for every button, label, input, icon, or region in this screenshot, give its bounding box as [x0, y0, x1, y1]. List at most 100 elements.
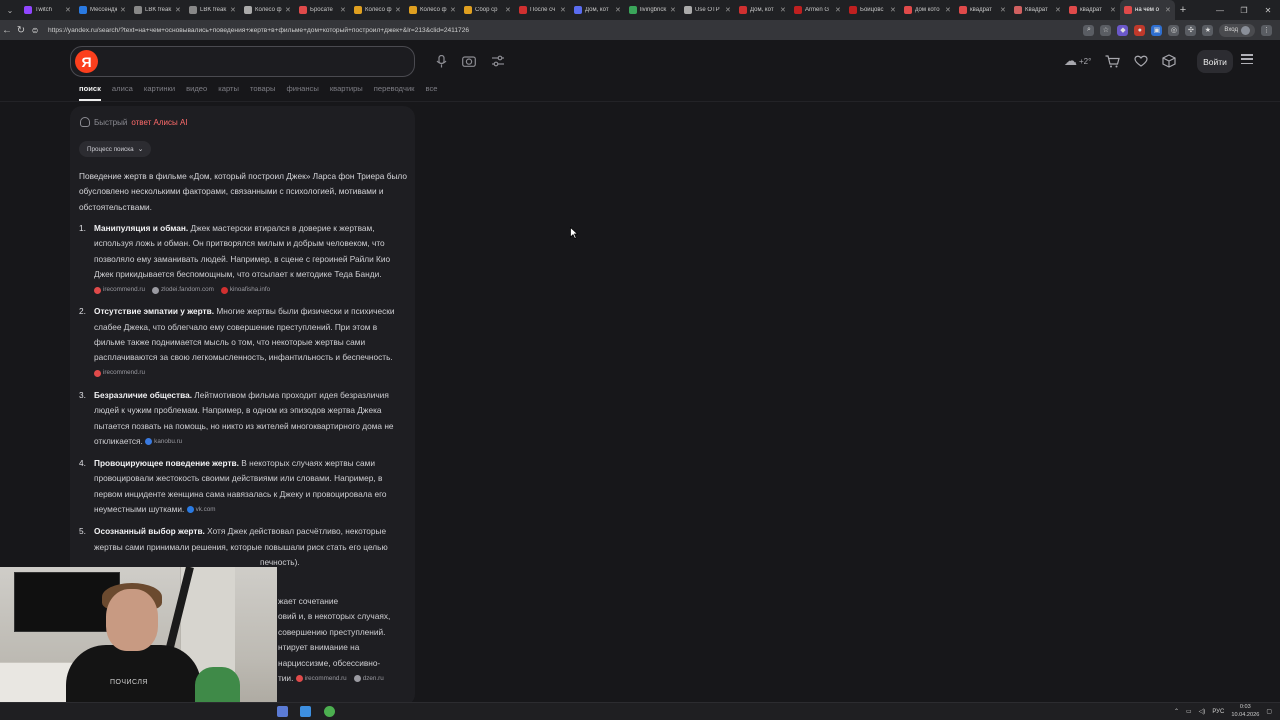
tab-close-icon[interactable]: ✕: [945, 6, 951, 14]
favorites-heart-icon[interactable]: [1134, 53, 1148, 69]
source-link[interactable]: kinoafisha.info: [220, 285, 270, 295]
service-link[interactable]: видео: [186, 84, 207, 101]
tab-close-icon[interactable]: ✕: [780, 6, 786, 14]
browser-tab[interactable]: квадрат ✕: [1065, 0, 1120, 20]
source-link[interactable]: irecommend.ru: [295, 674, 347, 684]
browser-tab[interactable]: Колесо ф ✕: [350, 0, 405, 20]
tab-close-icon[interactable]: ✕: [120, 6, 126, 14]
profile-chip[interactable]: Вход: [1219, 23, 1255, 37]
extension-icon[interactable]: ●: [1134, 24, 1146, 36]
browser-tab[interactable]: Квадрат ✕: [1010, 0, 1065, 20]
browser-tab[interactable]: Armen G ✕: [790, 0, 845, 20]
site-info-icon[interactable]: ⊜: [28, 26, 42, 35]
tab-close-icon[interactable]: ✕: [560, 6, 566, 14]
tab-close-icon[interactable]: ✕: [1165, 6, 1171, 14]
taskbar-app-icon[interactable]: [300, 706, 311, 717]
source-link[interactable]: dzen.ru: [353, 674, 384, 684]
extensions-puzzle-icon[interactable]: ✣: [1185, 24, 1197, 36]
browser-tab[interactable]: Twitch ✕: [20, 0, 75, 20]
source-link[interactable]: irecommend.ru: [94, 368, 145, 378]
source-link[interactable]: vk.com: [186, 505, 216, 515]
maximize-icon[interactable]: ❐: [1232, 6, 1256, 15]
browser-tab[interactable]: Сбор ср ✕: [460, 0, 515, 20]
cart-icon[interactable]: [1105, 53, 1120, 69]
filters-icon[interactable]: [490, 53, 506, 69]
zoom-icon[interactable]: ⌕: [1083, 24, 1095, 36]
browser-tab[interactable]: Дом, кот ✕: [735, 0, 790, 20]
tab-close-icon[interactable]: ✕: [395, 6, 401, 14]
browser-menu-icon[interactable]: ⋮: [1261, 24, 1272, 36]
tab-close-icon[interactable]: ✕: [1000, 6, 1006, 14]
notifications-icon[interactable]: ▢: [1266, 708, 1272, 715]
service-link[interactable]: поиск: [79, 84, 101, 101]
tab-close-icon[interactable]: ✕: [450, 6, 456, 14]
service-link[interactable]: карты: [218, 84, 239, 101]
close-window-icon[interactable]: ✕: [1256, 6, 1280, 15]
browser-tab[interactable]: Колесо ф ✕: [240, 0, 295, 20]
menu-icon[interactable]: [1241, 54, 1253, 64]
tab-list-menu-icon[interactable]: ⌄: [0, 0, 20, 20]
tab-close-icon[interactable]: ✕: [670, 6, 676, 14]
tab-close-icon[interactable]: ✕: [1110, 6, 1116, 14]
network-icon[interactable]: ▭: [1186, 708, 1192, 715]
taskbar-app-icon[interactable]: [277, 706, 288, 717]
minimize-icon[interactable]: —: [1208, 6, 1232, 15]
browser-tab[interactable]: квадрат ✕: [955, 0, 1010, 20]
service-link[interactable]: все: [426, 84, 438, 101]
bookmark-star-icon[interactable]: ☆: [1100, 24, 1112, 36]
tray-chevron-icon[interactable]: ⌃: [1174, 708, 1179, 715]
login-button[interactable]: Войти: [1197, 50, 1233, 73]
service-link[interactable]: финансы: [286, 84, 318, 101]
browser-tab[interactable]: дом кото ✕: [900, 0, 955, 20]
service-link[interactable]: алиса: [112, 84, 133, 101]
extension-icon[interactable]: ◆: [1117, 24, 1129, 36]
service-link[interactable]: товары: [250, 84, 275, 101]
source-link[interactable]: irecommend.ru: [94, 285, 145, 295]
source-link[interactable]: zlodei.fandom.com: [152, 285, 214, 295]
search-process-button[interactable]: Процесс поиска ⌄: [79, 141, 152, 157]
reload-icon[interactable]: ↻: [14, 25, 28, 36]
tab-close-icon[interactable]: ✕: [65, 6, 71, 14]
tab-close-icon[interactable]: ✕: [890, 6, 896, 14]
browser-tab[interactable]: livingbrick ✕: [625, 0, 680, 20]
browser-tab[interactable]: Дом, кот ✕: [570, 0, 625, 20]
extension-icon[interactable]: ▣: [1151, 24, 1163, 36]
tab-close-icon[interactable]: ✕: [285, 6, 291, 14]
volume-icon[interactable]: ◁): [1199, 708, 1206, 715]
camera-search-icon[interactable]: [461, 53, 477, 69]
tab-close-icon[interactable]: ✕: [340, 6, 346, 14]
microphone-icon[interactable]: [433, 53, 449, 69]
tab-close-icon[interactable]: ✕: [175, 6, 181, 14]
taskbar-browser-icon[interactable]: [324, 706, 335, 717]
back-icon[interactable]: ←: [0, 25, 14, 36]
tab-close-icon[interactable]: ✕: [835, 6, 841, 14]
url-field[interactable]: https://yandex.ru/search/?text=на+чем+ос…: [48, 27, 1083, 34]
browser-tab[interactable]: После сч ✕: [515, 0, 570, 20]
extension-icon[interactable]: ◎: [1168, 24, 1180, 36]
browser-tab[interactable]: Use OTP ✕: [680, 0, 735, 20]
service-link[interactable]: переводчик: [374, 84, 415, 101]
tab-close-icon[interactable]: ✕: [505, 6, 511, 14]
weather-widget[interactable]: ☁ +2°: [1064, 53, 1091, 69]
source-link[interactable]: kanobu.ru: [145, 437, 182, 447]
tab-close-icon[interactable]: ✕: [615, 6, 621, 14]
tab-close-icon[interactable]: ✕: [230, 6, 236, 14]
browser-tab[interactable]: LBK freak ✕: [185, 0, 240, 20]
tab-close-icon[interactable]: ✕: [1055, 6, 1061, 14]
browser-tab[interactable]: Бойцовс ✕: [845, 0, 900, 20]
browser-tab[interactable]: LBK freak ✕: [130, 0, 185, 20]
browser-tab[interactable]: Мессенджер✕: [75, 0, 130, 20]
service-link[interactable]: квартиры: [330, 84, 363, 101]
browser-tab[interactable]: на чем о ✕: [1120, 0, 1175, 20]
favorites-icon[interactable]: ★: [1202, 24, 1214, 36]
service-link[interactable]: картинки: [144, 84, 175, 101]
orders-box-icon[interactable]: [1162, 53, 1176, 69]
search-input[interactable]: [103, 51, 403, 71]
alice-header-accent[interactable]: ответ Алисы AI: [131, 118, 187, 127]
browser-tab[interactable]: Бросате ✕: [295, 0, 350, 20]
tab-close-icon[interactable]: ✕: [725, 6, 731, 14]
clock[interactable]: 0:03 10.04.2026: [1231, 704, 1259, 719]
keyboard-language[interactable]: РУС: [1212, 709, 1224, 715]
yandex-logo[interactable]: Я: [75, 50, 98, 73]
new-tab-button[interactable]: +: [1175, 4, 1191, 16]
